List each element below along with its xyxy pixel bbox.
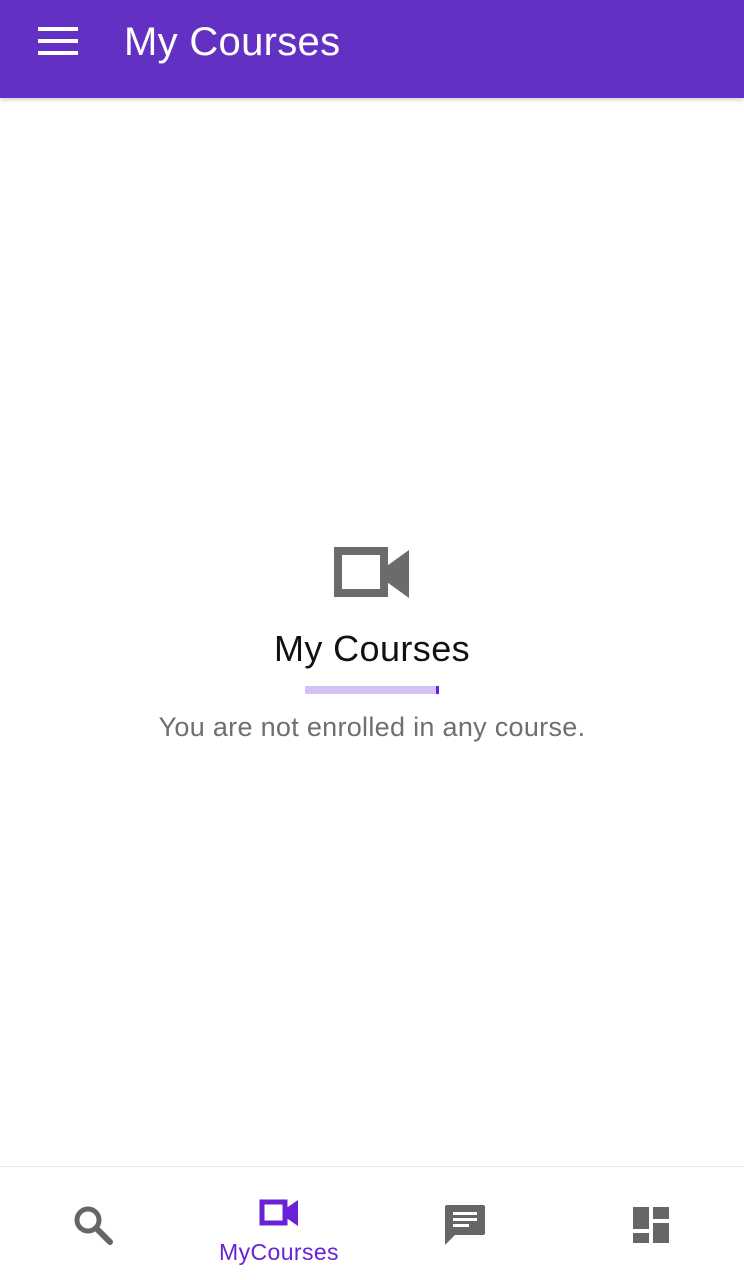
- app-bar: My Courses: [0, 0, 744, 98]
- bottom-navigation: MyCourses: [0, 1166, 744, 1280]
- nav-item-dashboard[interactable]: [558, 1167, 744, 1280]
- nav-item-messages[interactable]: [372, 1167, 558, 1280]
- empty-state-title: My Courses: [273, 628, 471, 669]
- hamburger-menu-icon: [38, 27, 78, 55]
- nav-item-mycourses[interactable]: MyCourses: [186, 1167, 372, 1280]
- empty-state-message: You are not enrolled in any course.: [158, 712, 586, 742]
- menu-button[interactable]: [28, 17, 88, 65]
- nav-item-mycourses-label: MyCourses: [219, 1239, 339, 1265]
- videocam-icon: [334, 547, 409, 598]
- dashboard-icon: [633, 1207, 669, 1243]
- loading-progress-bar: [305, 686, 439, 694]
- videocam-icon: [259, 1199, 298, 1226]
- page-title: My Courses: [124, 20, 341, 64]
- nav-item-search[interactable]: [0, 1167, 186, 1280]
- loading-progress-fill: [436, 686, 439, 694]
- search-icon: [74, 1206, 113, 1245]
- empty-state: My Courses You are not enrolled in any c…: [0, 530, 744, 744]
- chat-icon: [445, 1205, 485, 1245]
